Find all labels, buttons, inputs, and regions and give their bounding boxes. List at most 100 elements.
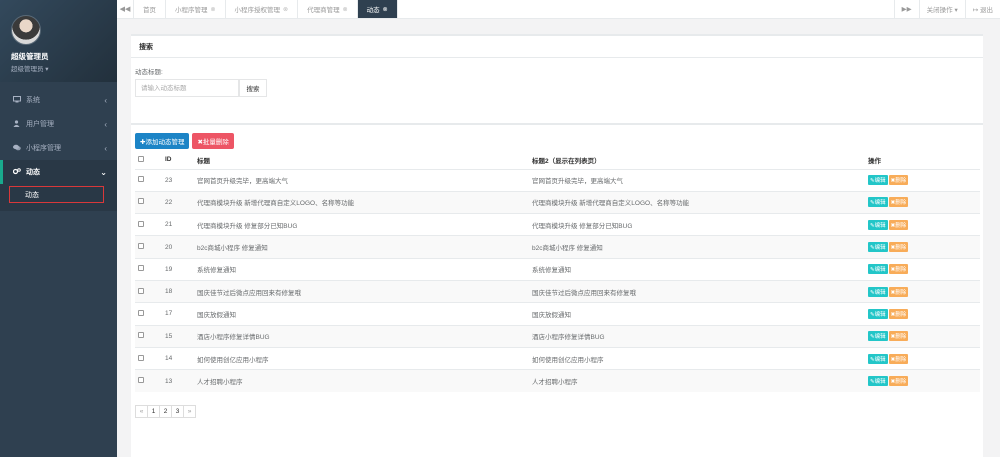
delete-button[interactable]: ✖删除 [888,308,909,319]
edit-button[interactable]: ✎编辑 [868,308,888,319]
edit-button[interactable]: ✎编辑 [868,264,888,275]
delete-button[interactable]: ✖删除 [888,242,909,253]
row-title: 官网首页升级完毕，更高端大气 [197,168,532,192]
sidebar-item-miniprogram-management[interactable]: 小程序管理 ‹ [0,136,117,160]
sidebar: 超级管理员 超级管理员 ▾ 系统 ‹ 用户管理 ‹ 小程序管理 ‹ 动态 ⌄ 动… [0,0,117,457]
search-input[interactable] [135,79,239,97]
sidebar-subitem-news[interactable]: 动态 [9,186,104,203]
delete-button[interactable]: ✖删除 [888,175,909,186]
close-icon[interactable]: ⊗ [383,6,388,13]
edit-button[interactable]: ✎编辑 [868,353,888,364]
tab-news[interactable]: 动态 ⊗ [357,0,398,18]
tabs-bar: ◀◀ 首页 小程序管理 ⊗ 小程序授权管理 ⊗ 代理商管理 ⊗ 动态 ⊗ ▶▶ … [117,0,1000,19]
row-title: 系统修复通知 [197,257,532,281]
sidebar-item-label: 小程序管理 [26,145,61,152]
delete-button[interactable]: ✖删除 [888,376,909,387]
delete-button[interactable]: ✖删除 [888,353,909,364]
row-id: 23 [165,168,197,192]
logout-button[interactable]: ↦ 退出 [964,0,1000,18]
delete-button[interactable]: ✖删除 [888,264,909,275]
tab-miniprogram-management[interactable]: 小程序管理 ⊗ [166,0,226,18]
row-checkbox[interactable] [138,243,144,250]
sidebar-item-label: 用户管理 [26,121,54,128]
tab-agent-management[interactable]: 代理商管理 ⊗ [298,0,358,18]
edit-button[interactable]: ✎编辑 [868,376,888,387]
pagination-next-button[interactable]: » [183,404,196,418]
table-row: 18 国庆佳节过后微点应用回来有修复哦 国庆佳节过后微点应用回来有修复哦 ✎编辑 ✖删除 [135,279,980,303]
tab-miniprogram-auth[interactable]: 小程序授权管理 ⊗ [226,0,299,18]
tab-home[interactable]: 首页 [134,0,166,18]
close-icon[interactable]: ⊗ [343,6,348,13]
row-checkbox[interactable] [138,377,144,384]
row-checkbox[interactable] [138,265,144,272]
chevron-down-icon: ⌄ [100,167,107,177]
edit-button[interactable]: ✎编辑 [868,175,888,186]
edit-button[interactable]: ✎编辑 [868,197,888,208]
delete-button[interactable]: ✖删除 [888,331,909,342]
row-checkbox[interactable] [138,220,144,227]
chat-icon [12,144,21,153]
close-icon[interactable]: ⊗ [211,6,216,13]
edit-button[interactable]: ✎编辑 [868,219,888,230]
table-row: 13 人才招聘小程序 人才招聘小程序 ✎编辑 ✖删除 [135,369,980,392]
edit-button[interactable]: ✎编辑 [868,331,888,342]
close-icon[interactable]: ⊗ [283,6,288,13]
column-header-ops: 操作 [868,151,980,170]
row-checkbox[interactable] [138,309,144,316]
row-checkbox[interactable] [138,354,144,361]
sidebar-item-label: 动态 [26,169,40,176]
column-header-id: ID [165,151,197,170]
tab-label: 首页 [143,7,156,14]
table-row: 23 官网首页升级完毕，更高端大气 官网首页升级完毕，更高端大气 ✎编辑 ✖删除 [135,168,980,192]
tabs-forward-button[interactable]: ▶▶ [893,0,919,18]
row-title: 人才招聘小程序 [197,369,532,392]
edit-button[interactable]: ✎编辑 [868,242,888,253]
row-title: 酒店小程序修复详情BUG [197,324,532,348]
column-header-title: 标题 [197,151,532,170]
profile-role-dropdown[interactable]: 超级管理员 ▾ [11,63,117,73]
row-title2: 系统修复通知 [532,257,868,281]
table-header-row: ID 标题 标题2（显示在列表页） 操作 [135,151,980,170]
row-checkbox[interactable] [138,332,144,339]
edit-button[interactable]: ✎编辑 [868,286,888,297]
sidebar-submenu: 动态 [0,184,117,211]
search-panel-title: 搜索 [131,36,983,58]
row-checkbox[interactable] [138,287,144,294]
search-panel: 搜索 动态标题: 搜索 [131,34,983,126]
select-all-checkbox[interactable] [138,155,144,162]
tabs-back-button[interactable]: ◀◀ [117,0,134,18]
add-news-button[interactable]: ✚添加动态管理 [135,133,190,149]
gears-icon [12,167,21,177]
tabs-spacer [398,0,894,18]
delete-button[interactable]: ✖删除 [888,197,909,208]
monitor-icon [12,95,21,105]
pagination: « 1 2 3 » [135,404,983,418]
delete-button[interactable]: ✖删除 [888,286,909,297]
search-button[interactable]: 搜索 [239,79,267,97]
news-list-panel: ✚添加动态管理 ✖批量删除 ID 标题 标题2（显示在列表页） 操作 23 官网首… [131,123,983,457]
row-id: 20 [165,235,197,259]
tab-label: 动态 [366,7,380,14]
batch-delete-button[interactable]: ✖批量删除 [192,133,234,149]
tab-label: 代理商管理 [307,7,340,14]
user-icon [12,119,21,129]
table-row: 19 系统修复通知 系统修复通知 ✎编辑 ✖删除 [135,257,980,281]
sidebar-item-news[interactable]: 动态 ⌄ [0,160,117,184]
avatar[interactable] [11,15,41,45]
column-header-title2: 标题2（显示在列表页） [532,151,868,170]
row-title2: 人才招聘小程序 [532,369,868,392]
close-operations-dropdown[interactable]: 关闭操作 ▾ [918,0,965,18]
sidebar-item-user-management[interactable]: 用户管理 ‹ [0,112,117,136]
row-checkbox[interactable] [138,176,144,183]
profile-name[interactable]: 超级管理员 [11,51,117,62]
sidebar-item-system[interactable]: 系统 ‹ [0,88,117,112]
delete-button[interactable]: ✖删除 [888,219,909,230]
row-title2: 如何使用创亿应用小程序 [532,346,868,370]
tab-label: 小程序授权管理 [234,7,281,14]
row-checkbox[interactable] [138,198,144,205]
sidebar-item-label: 系统 [26,97,40,104]
row-title: 国庆佳节过后微点应用回来有修复哦 [197,279,532,303]
main-content: 搜索 动态标题: 搜索 ✚添加动态管理 ✖批量删除 ID 标题 标题2（显示在列… [117,19,1000,457]
row-title2: 代理商模块升级 新增代理商自定义LOGO、名称等功能 [532,190,868,214]
row-id: 18 [165,279,197,303]
